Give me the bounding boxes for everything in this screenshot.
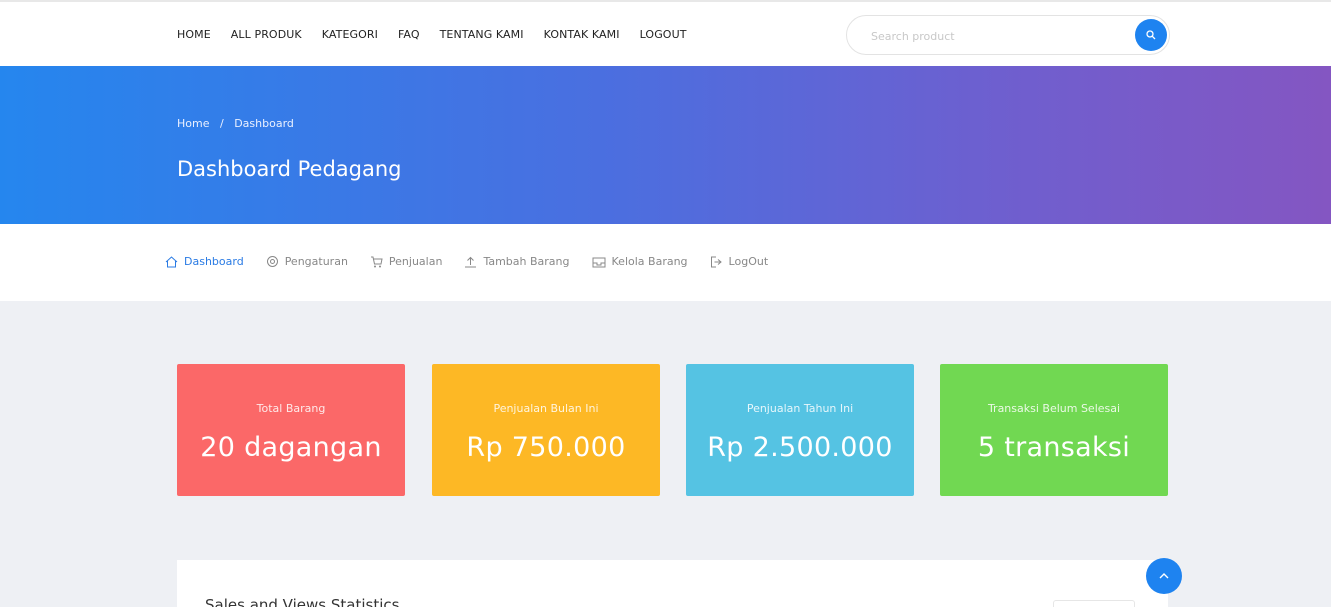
breadcrumb: Home / Dashboard xyxy=(177,117,294,130)
subnav-label: Pengaturan xyxy=(284,255,348,268)
search-box xyxy=(846,15,1170,55)
breadcrumb-current: Dashboard xyxy=(234,117,294,130)
page-header: Home / Dashboard Dashboard Pedagang xyxy=(0,66,1331,224)
subnav-item-penjualan[interactable]: Penjualan xyxy=(370,255,443,268)
subnav-label: Dashboard xyxy=(184,255,244,268)
nav-kategori[interactable]: KATEGORI xyxy=(322,28,378,41)
card-value: Rp 2.500.000 xyxy=(707,432,893,463)
box-icon xyxy=(592,257,606,267)
breadcrumb-home[interactable]: Home xyxy=(177,117,209,130)
card-label: Total Barang xyxy=(256,402,326,415)
gear-icon xyxy=(266,256,278,267)
page-title: Dashboard Pedagang xyxy=(177,157,402,181)
subnav-label: Tambah Barang xyxy=(483,255,570,268)
nav-tentang-kami[interactable]: TENTANG KAMI xyxy=(440,28,524,41)
logout-icon xyxy=(710,256,722,267)
subnav-item-tambah-barang[interactable]: Tambah Barang xyxy=(464,255,570,268)
stats-panel: Sales and Views Statistics xyxy=(177,560,1168,607)
card-label: Transaksi Belum Selesai xyxy=(987,402,1121,415)
search-icon xyxy=(1146,30,1156,40)
card-label: Penjualan Bulan Ini xyxy=(493,402,599,415)
subnav-item-logout[interactable]: LogOut xyxy=(710,255,769,268)
nav-home[interactable]: HOME xyxy=(177,28,211,41)
panel-title: Sales and Views Statistics xyxy=(205,596,400,607)
nav-all-produk[interactable]: ALL PRODUK xyxy=(231,28,302,41)
subnav-item-dashboard[interactable]: Dashboard xyxy=(165,255,244,268)
card-value: 5 transaksi xyxy=(977,432,1131,463)
search-input[interactable] xyxy=(871,26,1111,46)
card-penjualan-bulan-ini: Penjualan Bulan Ini Rp 750.000 xyxy=(432,364,660,496)
subnav-item-kelola-barang[interactable]: Kelola Barang xyxy=(592,255,688,268)
card-penjualan-tahun-ini: Penjualan Tahun Ini Rp 2.500.000 xyxy=(686,364,914,496)
scroll-top-button[interactable] xyxy=(1146,558,1182,594)
search-button[interactable] xyxy=(1135,19,1167,51)
subnav-item-pengaturan[interactable]: Pengaturan xyxy=(266,255,348,268)
nav-faq[interactable]: FAQ xyxy=(398,28,420,41)
subnav-label: LogOut xyxy=(728,255,769,268)
dashboard-subnav: Dashboard Pengaturan Penjualan Tambah Ba… xyxy=(0,224,1331,301)
nav-logout[interactable]: LOGOUT xyxy=(640,28,687,41)
card-label: Penjualan Tahun Ini xyxy=(746,402,854,415)
chevron-up-icon xyxy=(1159,573,1169,579)
card-transaksi-belum-selesai: Transaksi Belum Selesai 5 transaksi xyxy=(940,364,1168,496)
period-select[interactable] xyxy=(1053,600,1135,607)
nav-kontak-kami[interactable]: KONTAK KAMI xyxy=(544,28,620,41)
home-icon xyxy=(165,255,178,267)
card-total-barang: Total Barang 20 dagangan xyxy=(177,364,405,496)
main-nav: HOME ALL PRODUK KATEGORI FAQ TENTANG KAM… xyxy=(177,28,707,41)
card-value: 20 dagangan xyxy=(200,432,382,463)
breadcrumb-separator: / xyxy=(219,117,224,130)
card-value: Rp 750.000 xyxy=(466,432,626,463)
subnav-label: Penjualan xyxy=(388,255,443,268)
cart-icon xyxy=(370,256,383,267)
subnav-label: Kelola Barang xyxy=(611,255,688,268)
top-navbar: HOME ALL PRODUK KATEGORI FAQ TENTANG KAM… xyxy=(0,0,1331,66)
upload-icon xyxy=(465,256,477,267)
